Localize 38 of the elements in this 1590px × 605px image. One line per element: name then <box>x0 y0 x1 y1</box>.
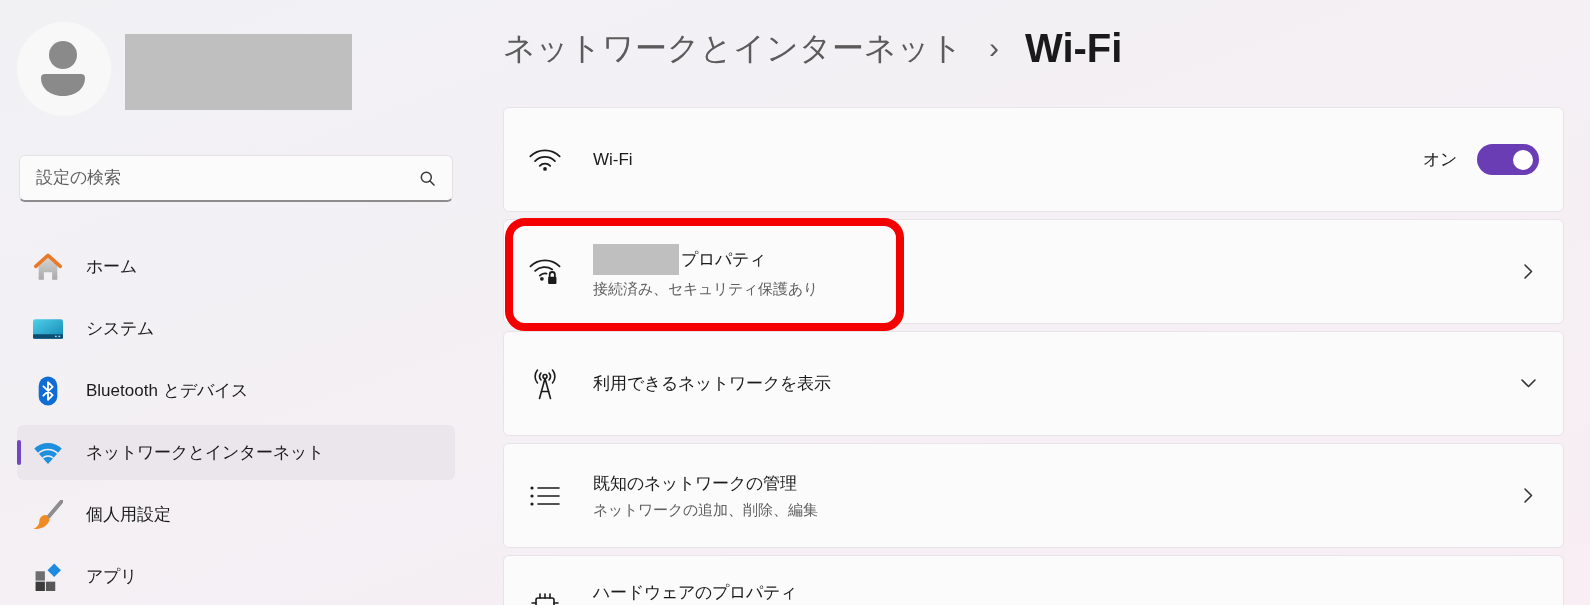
app-tiles-icon <box>34 562 62 591</box>
chevron-right-icon <box>1524 264 1533 279</box>
display-icon <box>33 318 63 339</box>
toggle-state-label: オン <box>1423 148 1457 171</box>
sidebar-item[interactable]: アプリ <box>17 549 455 604</box>
page-title: Wi-Fi <box>1025 26 1123 70</box>
settings-card[interactable]: 利用できるネットワークを表示 <box>503 331 1564 436</box>
card-subtitle: 接続済み、セキュリティ保護あり <box>593 280 818 299</box>
breadcrumb-separator: › <box>989 30 999 66</box>
wifi-lock-icon <box>529 258 561 285</box>
wifi-icon <box>33 441 63 464</box>
search-field[interactable]: 設定の検索 <box>19 155 453 202</box>
card-title: 利用できるネットワークを表示 <box>593 372 831 395</box>
wifi-icon <box>528 148 562 171</box>
bluetooth-icon <box>38 375 58 406</box>
card-title: Wi-Fi <box>593 148 633 171</box>
settings-card[interactable]: 既知のネットワークの管理 ネットワークの追加、削除、編集 <box>503 443 1564 548</box>
list-icon <box>530 485 560 506</box>
toggle-switch[interactable] <box>1477 144 1539 175</box>
sidebar-item[interactable]: 個人用設定 <box>17 487 455 542</box>
selection-indicator <box>17 440 21 465</box>
house-icon <box>33 252 63 281</box>
chevron-right-icon <box>1524 488 1533 503</box>
paintbrush-icon <box>33 499 63 530</box>
sidebar-item[interactable]: ネットワークとインターネット <box>17 425 455 480</box>
card-title: プロパティ <box>681 248 766 271</box>
sidebar-item[interactable]: システム <box>17 301 455 356</box>
card-title: ハードウェアのプロパティ <box>593 582 797 604</box>
card-subtitle: ネットワークの追加、削除、編集 <box>593 500 818 520</box>
breadcrumb-link[interactable]: ネットワークとインターネット <box>503 26 963 70</box>
sidebar-item[interactable]: ホーム <box>17 239 455 294</box>
card-title: 既知のネットワークの管理 <box>593 472 797 495</box>
settings-card[interactable]: Wi-Fi オン <box>503 107 1564 212</box>
antenna-tower-icon <box>531 367 559 400</box>
chip-icon <box>530 593 560 605</box>
sidebar-item[interactable]: Bluetooth とデバイス <box>17 363 455 418</box>
search-icon <box>420 171 435 186</box>
person-avatar-icon <box>17 22 111 116</box>
